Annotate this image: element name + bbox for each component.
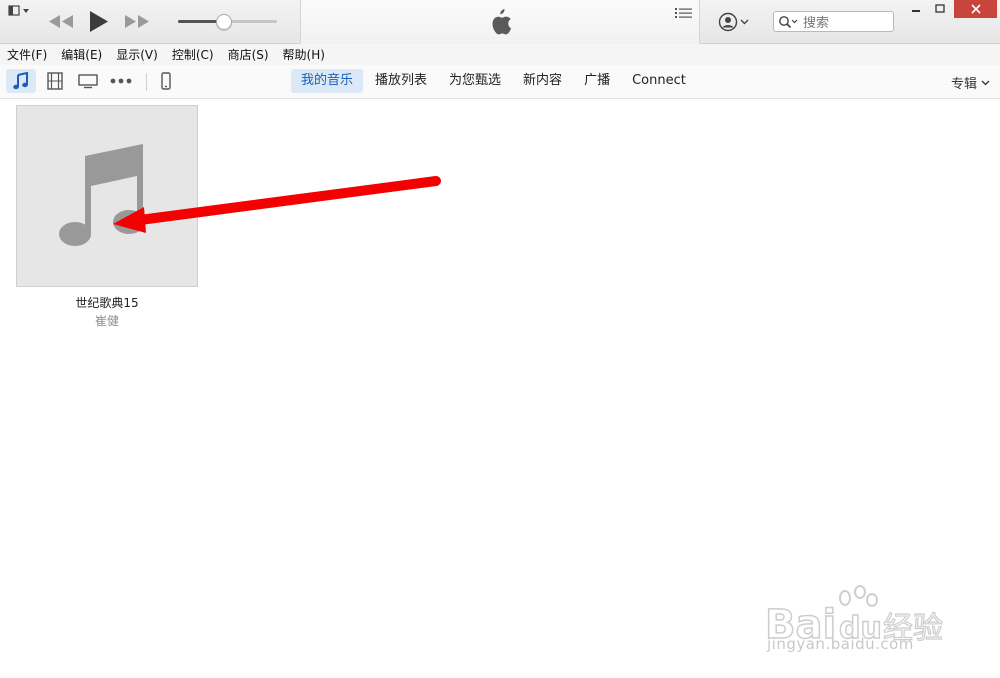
iphone-icon (161, 72, 171, 90)
search-icon (779, 15, 798, 28)
volume-knob[interactable] (216, 14, 232, 30)
tab-new[interactable]: 新内容 (513, 69, 572, 93)
account-icon[interactable] (718, 12, 750, 32)
tv-media-button[interactable] (73, 69, 103, 93)
menu-help[interactable]: 帮助(H) (283, 46, 325, 63)
rewind-icon[interactable] (47, 13, 75, 30)
watermark-url: jingyan.baidu.com (767, 635, 914, 653)
music-note-icon (13, 72, 28, 90)
minimize-icon (912, 10, 920, 12)
search-field[interactable]: 搜索 (773, 11, 894, 32)
volume-slider[interactable] (178, 14, 277, 30)
more-icon (110, 78, 132, 84)
menu-edit[interactable]: 编辑(E) (61, 46, 102, 63)
maximize-icon (935, 4, 945, 13)
menu-bar: 文件(F) 编辑(E) 显示(V) 控制(C) 商店(S) 帮助(H) (0, 44, 1000, 65)
sort-dropdown[interactable]: 专辑 (951, 73, 990, 92)
music-note-placeholder-icon (59, 144, 145, 246)
tab-for-you[interactable]: 为您甄选 (439, 69, 511, 93)
title-bar: 搜索 (0, 0, 1000, 44)
apple-logo-icon (492, 9, 512, 35)
up-next-list-icon[interactable] (675, 7, 693, 19)
close-button[interactable] (954, 0, 997, 18)
movies-media-button[interactable] (40, 69, 70, 93)
album-title[interactable]: 世纪歌典15 (16, 294, 198, 311)
more-media-button[interactable] (106, 69, 136, 93)
nav-divider (146, 73, 147, 91)
maximize-button[interactable] (930, 0, 950, 18)
menu-file[interactable]: 文件(F) (7, 46, 47, 63)
tab-playlists[interactable]: 播放列表 (365, 69, 437, 93)
sidebar-toggle-icon[interactable] (8, 5, 30, 17)
sort-label: 专辑 (950, 77, 977, 92)
menu-view[interactable]: 显示(V) (116, 46, 158, 63)
device-button[interactable] (151, 69, 181, 93)
search-placeholder: 搜索 (803, 16, 830, 31)
menu-store[interactable]: 商店(S) (228, 46, 269, 63)
tab-connect[interactable]: Connect (622, 69, 696, 93)
chevron-down-icon (981, 80, 990, 85)
film-icon (47, 72, 63, 90)
album-tile[interactable]: 世纪歌典15 崔健 (16, 105, 198, 329)
album-artwork[interactable] (16, 105, 198, 287)
tab-my-music[interactable]: 我的音乐 (291, 69, 364, 93)
tv-icon (78, 74, 98, 89)
fast-forward-icon[interactable] (123, 13, 151, 30)
menu-controls[interactable]: 控制(C) (172, 46, 214, 63)
album-artist[interactable]: 崔健 (16, 312, 198, 329)
close-icon (970, 4, 981, 14)
tab-radio[interactable]: 广播 (574, 69, 620, 93)
section-tabs: 我的音乐 播放列表 为您甄选 新内容 广播 Connect (291, 69, 698, 93)
minimize-button[interactable] (906, 0, 926, 18)
nav-bar: 我的音乐 播放列表 为您甄选 新内容 广播 Connect 专辑 (0, 65, 1000, 99)
status-display (300, 0, 700, 44)
music-media-button[interactable] (6, 69, 36, 93)
play-icon[interactable] (88, 10, 110, 33)
